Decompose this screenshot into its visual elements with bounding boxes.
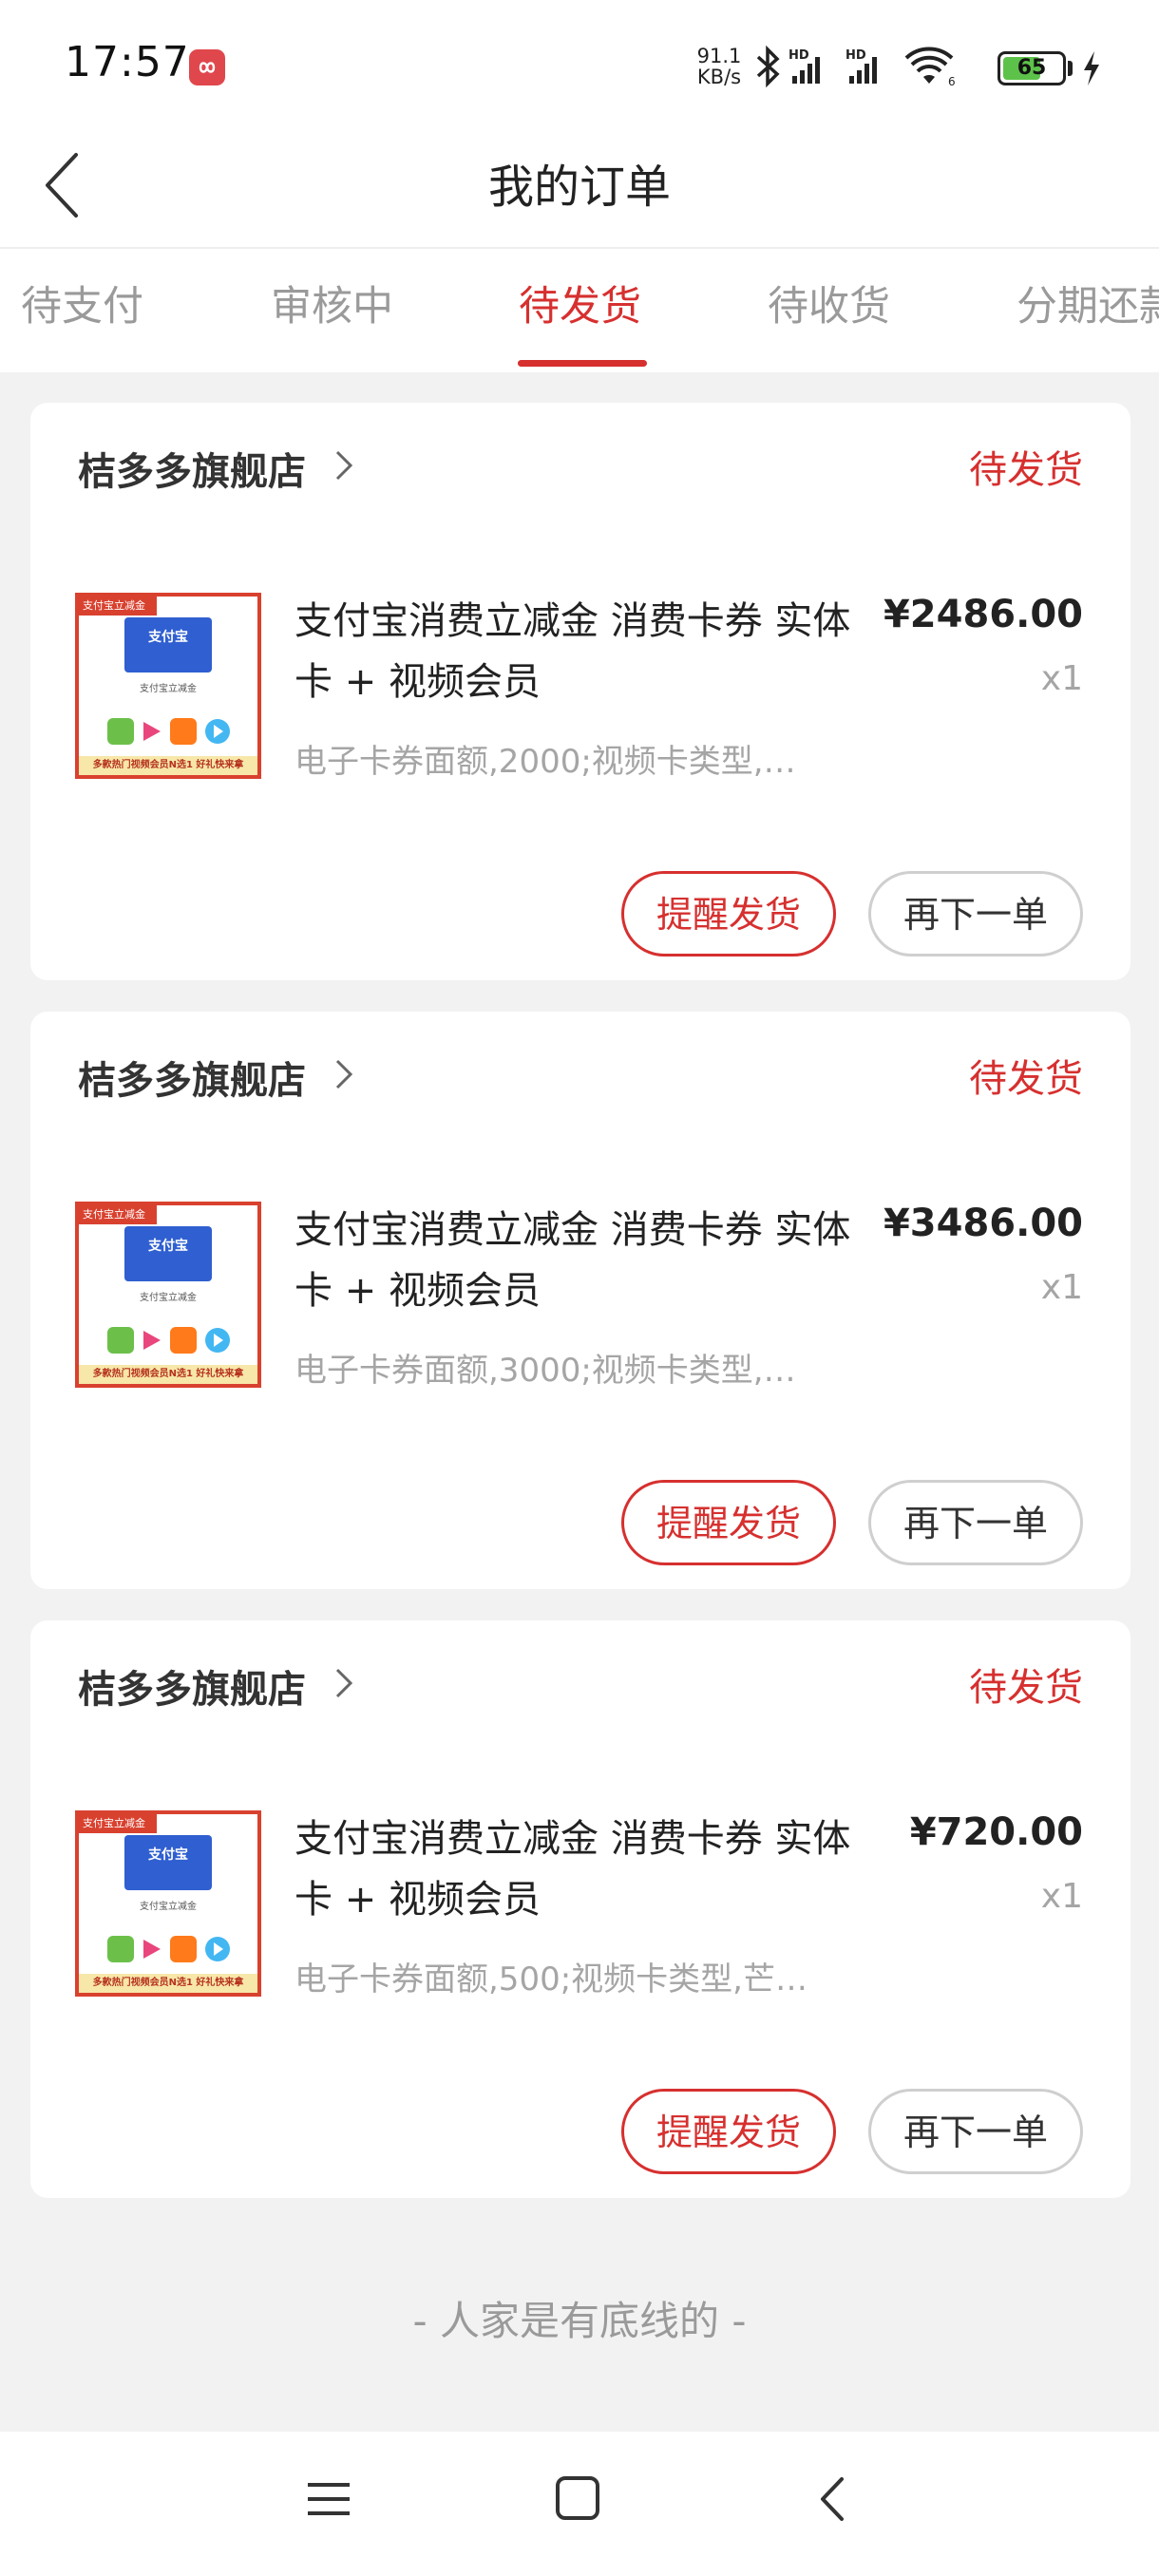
hd-signal-icon: HD xyxy=(788,48,820,84)
back-button[interactable] xyxy=(38,147,95,223)
chevron-right-icon[interactable] xyxy=(332,1055,355,1093)
video-app-icons xyxy=(107,718,230,745)
video-app-icons xyxy=(107,1936,230,1962)
tab-pending-shipment[interactable]: 待发货 xyxy=(519,249,641,372)
hd-signal-icon: HD xyxy=(846,48,877,84)
remind-shipment-button[interactable]: 提醒发货 xyxy=(621,871,836,957)
chevron-right-icon[interactable] xyxy=(332,446,355,484)
product-price: ¥2486.00 xyxy=(883,593,1083,636)
battery-level: 65 xyxy=(1016,56,1047,80)
store-name[interactable]: 桔多多旗舰店 xyxy=(78,1050,306,1105)
product-spec: 电子卡券面额,2000;视频卡类型,… xyxy=(294,743,796,781)
menu-icon[interactable] xyxy=(304,2473,355,2525)
infinity-app-icon xyxy=(189,49,225,85)
network-speed-value: 91.1 xyxy=(696,45,742,67)
order-card[interactable]: 桔多多旗舰店 待发货 支付宝立减金 支付宝 支付宝立减金 多款热门视频会员N选1… xyxy=(30,403,1130,980)
alipay-card-text: 支付宝 xyxy=(148,1239,188,1254)
order-tabs: 待支付 审核中 待发货 待收货 分期还款 xyxy=(0,249,1159,372)
tab-pending-payment[interactable]: 待支付 xyxy=(21,249,143,372)
product-title[interactable]: 支付宝消费立减金 消费卡券 实体卡 + 视频会员 xyxy=(294,591,864,712)
thumb-foot: 多款热门视频会员N选1 好礼快来拿 xyxy=(79,1365,257,1384)
order-status: 待发货 xyxy=(969,448,1083,492)
product-title[interactable]: 支付宝消费立减金 消费卡券 实体卡 + 视频会员 xyxy=(294,1809,864,1930)
order-card[interactable]: 桔多多旗舰店 待发货 支付宝立减金 支付宝 支付宝立减金 多款热门视频会员N选1… xyxy=(30,1012,1130,1589)
back-nav-icon[interactable] xyxy=(809,2473,861,2525)
status-time: 17:57 xyxy=(65,38,190,86)
product-spec: 电子卡券面额,3000;视频卡类型,… xyxy=(294,1352,796,1390)
product-image[interactable]: 支付宝立减金 支付宝 支付宝立减金 多款热门视频会员N选1 好礼快来拿 xyxy=(75,593,261,779)
end-of-list-note: - 人家是有底线的 - xyxy=(412,2298,747,2344)
tab-pending-receipt[interactable]: 待收货 xyxy=(768,249,890,372)
charging-icon xyxy=(1084,51,1099,85)
product-qty: x1 xyxy=(1040,1877,1083,1916)
system-nav-bar xyxy=(0,2432,1159,2576)
thumb-label: 支付宝立减金 xyxy=(140,684,197,694)
network-speed-unit: KB/s xyxy=(696,66,742,88)
battery-tip xyxy=(1068,61,1073,76)
header: 我的订单 xyxy=(0,128,1159,247)
order-status: 待发货 xyxy=(969,1057,1083,1101)
store-name[interactable]: 桔多多旗舰店 xyxy=(78,441,306,496)
back-arrow-icon xyxy=(46,153,78,218)
reorder-button[interactable]: 再下一单 xyxy=(868,2089,1083,2174)
svg-text:HD: HD xyxy=(846,48,866,63)
remind-shipment-button[interactable]: 提醒发货 xyxy=(621,2089,836,2174)
bluetooth-icon xyxy=(756,45,780,88)
thumb-foot: 多款热门视频会员N选1 好礼快来拿 xyxy=(79,756,257,775)
thumb-tag: 支付宝立减金 xyxy=(79,1205,157,1224)
remind-shipment-button[interactable]: 提醒发货 xyxy=(621,1480,836,1565)
thumb-tag: 支付宝立减金 xyxy=(79,597,157,616)
wifi-icon: 6 xyxy=(904,47,956,88)
product-qty: x1 xyxy=(1040,1268,1083,1307)
alipay-card-image: 支付宝 xyxy=(124,1835,212,1890)
chevron-right-icon[interactable] xyxy=(332,1664,355,1702)
product-qty: x1 xyxy=(1040,659,1083,698)
active-tab-indicator xyxy=(518,360,647,367)
reorder-button[interactable]: 再下一单 xyxy=(868,871,1083,957)
thumb-label: 支付宝立减金 xyxy=(140,1902,197,1912)
order-status: 待发货 xyxy=(969,1666,1083,1710)
product-spec: 电子卡券面额,500;视频卡类型,芒… xyxy=(294,1960,808,1998)
thumb-tag: 支付宝立减金 xyxy=(79,1814,157,1833)
product-image[interactable]: 支付宝立减金 支付宝 支付宝立减金 多款热门视频会员N选1 好礼快来拿 xyxy=(75,1810,261,1997)
reorder-button[interactable]: 再下一单 xyxy=(868,1480,1083,1565)
tab-installment[interactable]: 分期还款 xyxy=(1016,249,1159,372)
page-title: 我的订单 xyxy=(487,161,671,214)
home-icon[interactable] xyxy=(553,2473,604,2525)
network-speed: 91.1 KB/s xyxy=(691,46,748,87)
product-image[interactable]: 支付宝立减金 支付宝 支付宝立减金 多款热门视频会员N选1 好礼快来拿 xyxy=(75,1202,261,1388)
svg-text:6: 6 xyxy=(948,75,956,88)
product-price: ¥720.00 xyxy=(909,1810,1083,1854)
status-icons: HD HD 6 xyxy=(750,44,998,95)
tab-under-review[interactable]: 审核中 xyxy=(271,249,393,372)
status-bar: 17:57 91.1 KB/s HD HD 6 65 xyxy=(0,0,1159,128)
store-name[interactable]: 桔多多旗舰店 xyxy=(78,1658,306,1714)
thumb-foot: 多款热门视频会员N选1 好礼快来拿 xyxy=(79,1974,257,1993)
product-price: ¥3486.00 xyxy=(883,1202,1083,1245)
alipay-card-image: 支付宝 xyxy=(124,1226,212,1281)
alipay-card-image: 支付宝 xyxy=(124,617,212,672)
thumb-label: 支付宝立减金 xyxy=(140,1293,197,1303)
battery-icon: 65 xyxy=(998,51,1066,85)
product-title[interactable]: 支付宝消费立减金 消费卡券 实体卡 + 视频会员 xyxy=(294,1200,864,1321)
order-card[interactable]: 桔多多旗舰店 待发货 支付宝立减金 支付宝 支付宝立减金 多款热门视频会员N选1… xyxy=(30,1620,1130,2198)
alipay-card-text: 支付宝 xyxy=(148,1847,188,1863)
alipay-card-text: 支付宝 xyxy=(148,630,188,645)
video-app-icons xyxy=(107,1327,230,1354)
svg-text:HD: HD xyxy=(788,48,809,63)
